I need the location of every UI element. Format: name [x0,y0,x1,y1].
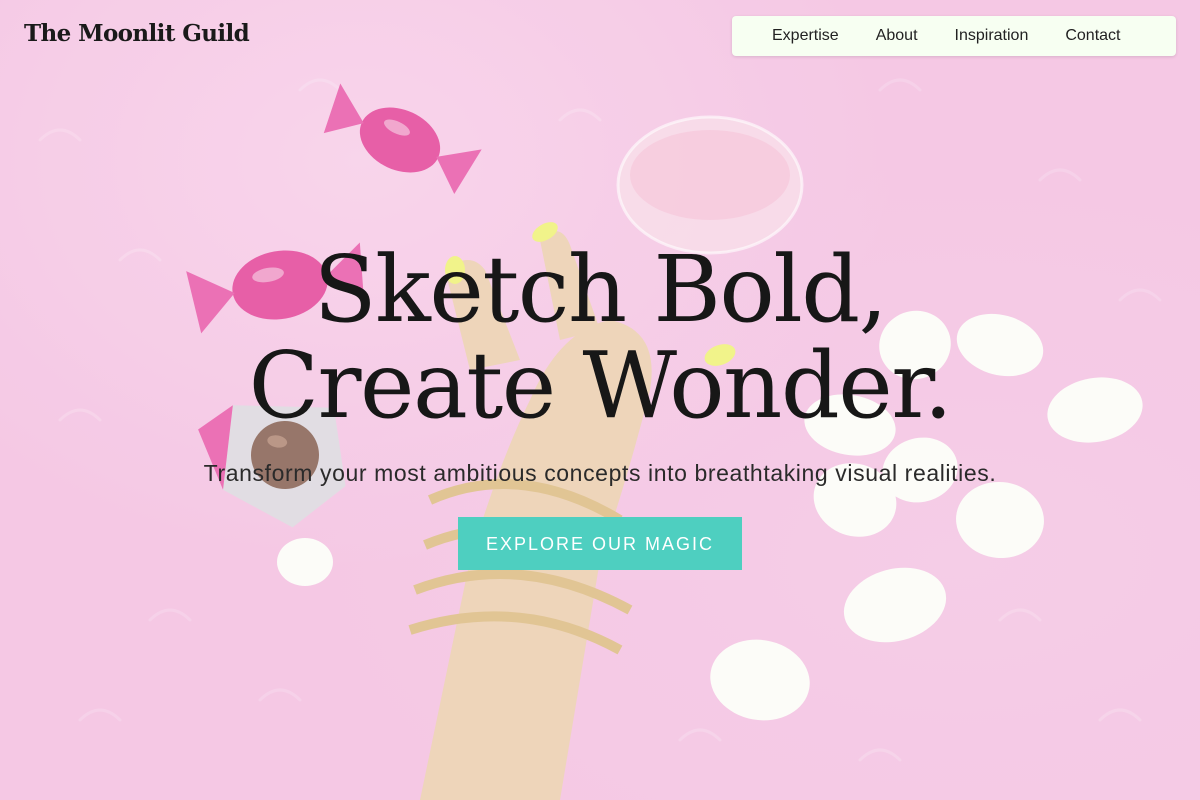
nav-link-about[interactable]: About [876,27,918,45]
nav-link-contact[interactable]: Contact [1065,27,1120,45]
explore-button[interactable]: EXPLORE OUR MAGIC [458,517,742,570]
hero-title-line1: Sketch Bold, [313,236,888,343]
brand-logo[interactable]: The Moonlit Guild [24,20,250,47]
nav-link-inspiration[interactable]: Inspiration [955,27,1029,45]
hero-title-line2: Create Wonder. [248,332,953,439]
hero-title: Sketch Bold, Create Wonder. [0,242,1200,434]
hero-subtitle: Transform your most ambitious concepts i… [203,460,997,486]
main-nav: Expertise About Inspiration Contact [732,16,1176,56]
nav-link-expertise[interactable]: Expertise [772,27,839,45]
